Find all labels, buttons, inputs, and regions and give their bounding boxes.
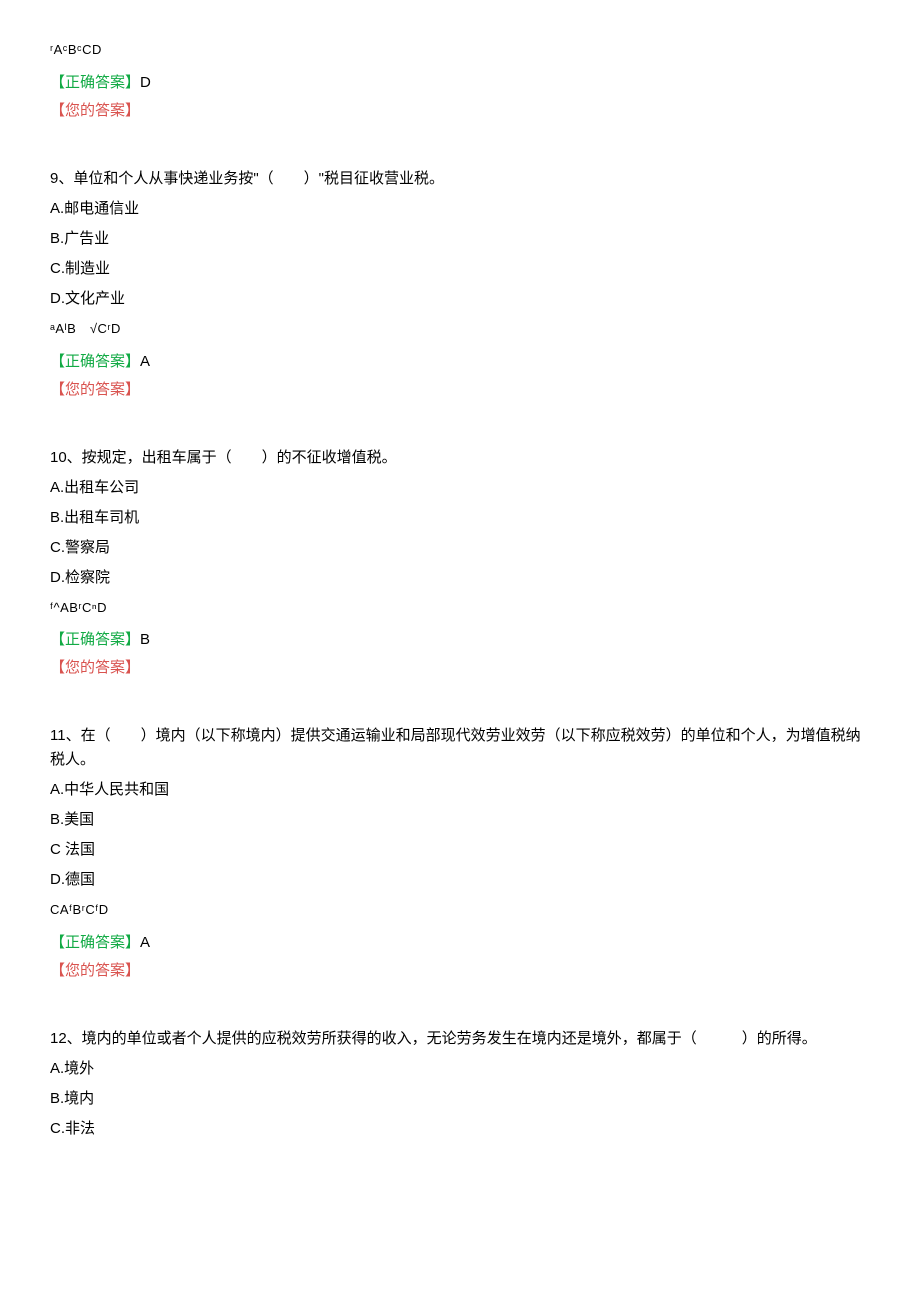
correct-answer-label: 【正确答案】	[50, 74, 140, 91]
correct-answer-value: D	[140, 74, 151, 91]
question-10: 10、按规定，出租车属于（ ）的不征收增值税。 A.出租车公司 B.出租车司机 …	[50, 446, 870, 681]
choice-b: B.广告业	[50, 227, 870, 251]
question-text: 9、单位和个人从事快递业务按"（ ）"税目征收营业税。	[50, 167, 870, 191]
choice-b: B.美国	[50, 808, 870, 832]
question-text: 11、在（ ）境内（以下称境内）提供交通运输业和局部现代效劳业效劳（以下称应税效…	[50, 724, 870, 772]
correct-answer-label: 【正确答案】	[50, 934, 140, 951]
choice-c: C.制造业	[50, 257, 870, 281]
correct-answer-label: 【正确答案】	[50, 631, 140, 648]
choice-a: A.邮电通信业	[50, 197, 870, 221]
choice-c: C.非法	[50, 1117, 870, 1141]
choice-a: A.中华人民共和国	[50, 778, 870, 802]
choice-d: D.文化产业	[50, 287, 870, 311]
choice-d: D.检察院	[50, 566, 870, 590]
choice-c: C.警察局	[50, 536, 870, 560]
correct-answer-label: 【正确答案】	[50, 353, 140, 370]
your-answer-label: 【您的答案】	[50, 656, 870, 680]
choice-b: B.出租车司机	[50, 506, 870, 530]
choice-a: A.出租车公司	[50, 476, 870, 500]
q8-option-line: ʳAᶜBᶜCD	[50, 40, 870, 61]
correct-answer-value: B	[140, 631, 150, 648]
choice-d: D.德国	[50, 868, 870, 892]
your-answer-label: 【您的答案】	[50, 378, 870, 402]
q9-answer-block: 【正确答案】A 【您的答案】	[50, 350, 870, 402]
question-text: 12、境内的单位或者个人提供的应税效劳所获得的收入，无论劳务发生在境内还是境外，…	[50, 1027, 870, 1051]
q11-option-line: CAᶠBʳCᶠD	[50, 900, 870, 921]
q9-option-line: ᵃAᴵB √CʳD	[50, 319, 870, 340]
question-11: 11、在（ ）境内（以下称境内）提供交通运输业和局部现代效劳业效劳（以下称应税效…	[50, 724, 870, 983]
q10-option-line: ᶠ^ABʳCⁿD	[50, 598, 870, 619]
your-answer-label: 【您的答案】	[50, 99, 870, 123]
q10-answer-block: 【正确答案】B 【您的答案】	[50, 628, 870, 680]
choice-a: A.境外	[50, 1057, 870, 1081]
question-9: 9、单位和个人从事快递业务按"（ ）"税目征收营业税。 A.邮电通信业 B.广告…	[50, 167, 870, 402]
q11-answer-block: 【正确答案】A 【您的答案】	[50, 931, 870, 983]
question-text: 10、按规定，出租车属于（ ）的不征收增值税。	[50, 446, 870, 470]
choice-c: C 法国	[50, 838, 870, 862]
correct-answer-value: A	[140, 353, 150, 370]
choice-b: B.境内	[50, 1087, 870, 1111]
correct-answer-value: A	[140, 934, 150, 951]
question-12: 12、境内的单位或者个人提供的应税效劳所获得的收入，无论劳务发生在境内还是境外，…	[50, 1027, 870, 1141]
q8-answer-block: 【正确答案】D 【您的答案】	[50, 71, 870, 123]
your-answer-label: 【您的答案】	[50, 959, 870, 983]
